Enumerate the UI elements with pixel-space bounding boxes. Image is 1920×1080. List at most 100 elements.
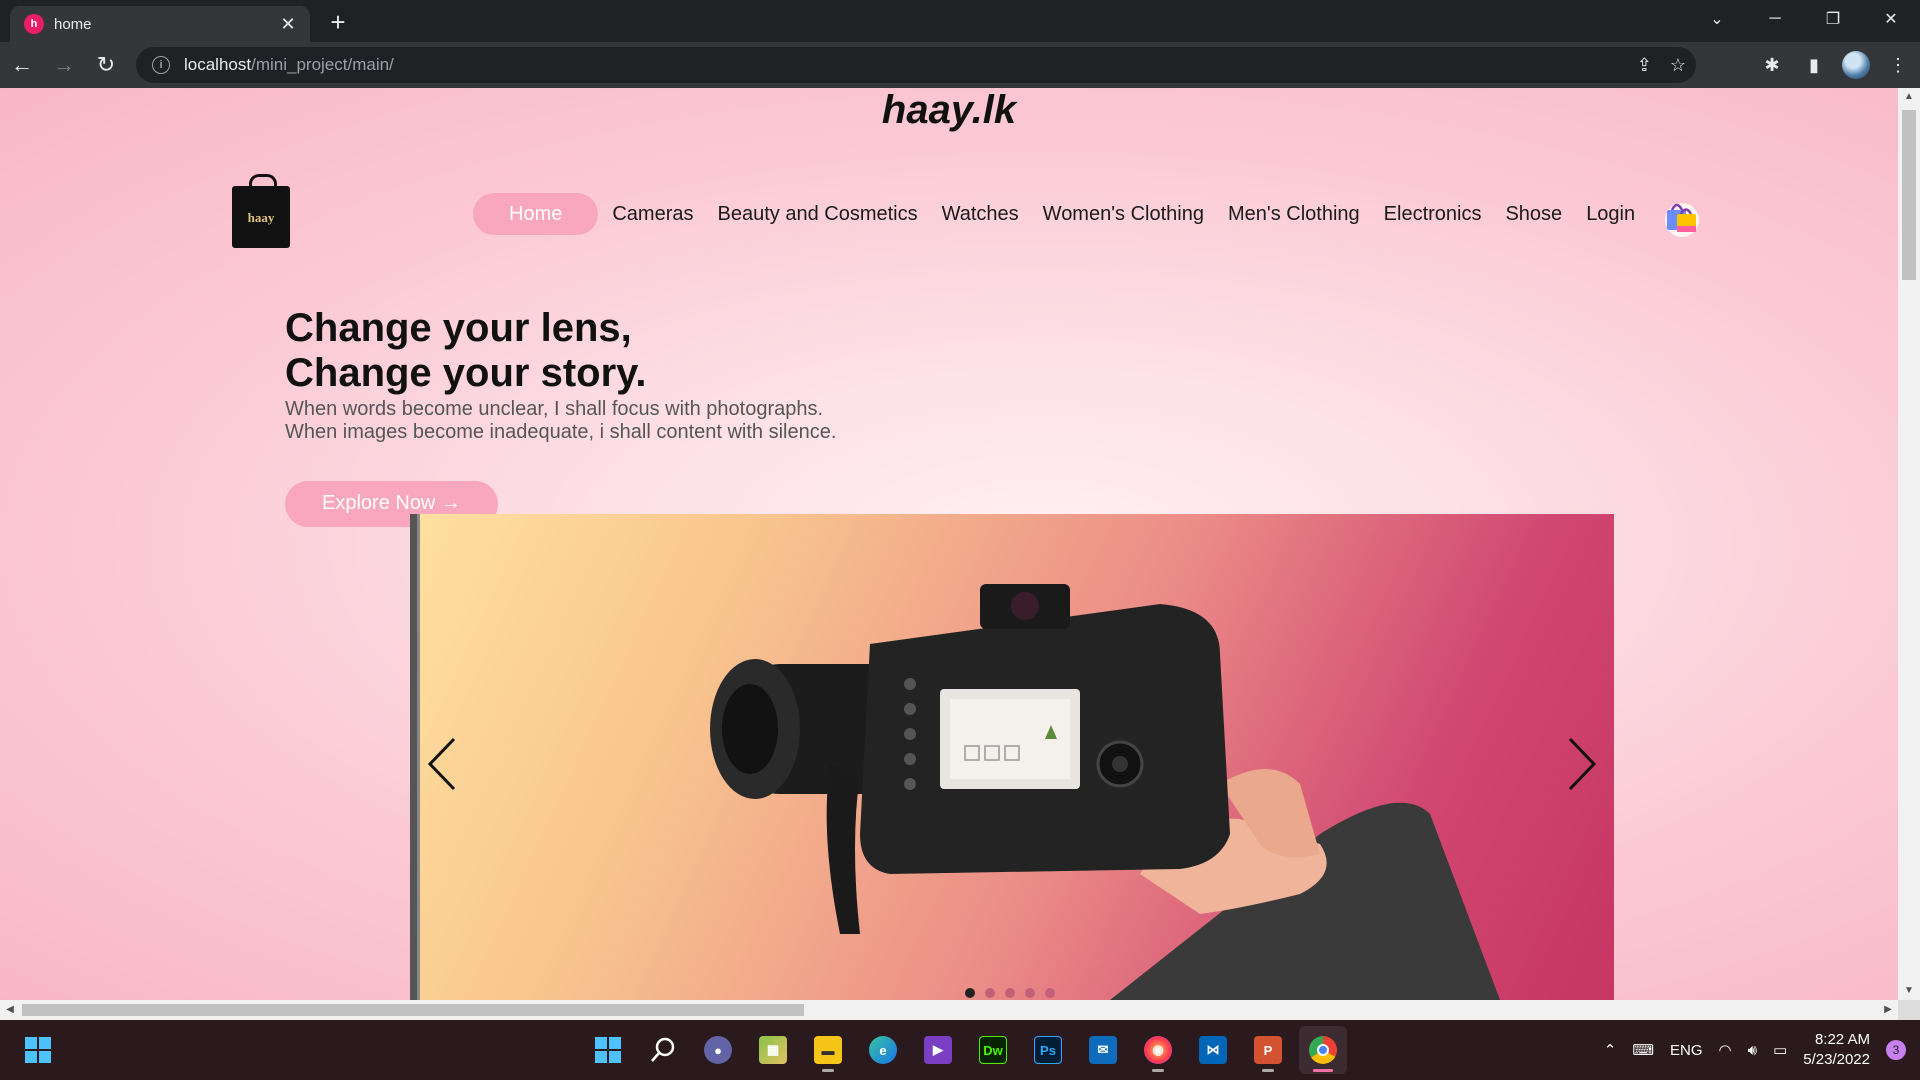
vertical-scroll-thumb[interactable] xyxy=(1902,110,1916,280)
hero-heading: Change your lens, Change your story. xyxy=(285,306,647,396)
search-icon xyxy=(651,1037,675,1062)
teams-chat-icon: ● xyxy=(704,1036,732,1064)
notification-badge[interactable]: 3 xyxy=(1886,1040,1906,1060)
wifi-icon[interactable]: ◠ xyxy=(1719,1041,1732,1059)
taskbar-apps: ● ▦ ▬ e ▶ Dw Ps ✉ ◉ ⋈ P xyxy=(584,1026,1347,1074)
taskbar-photoshop[interactable]: Ps xyxy=(1024,1026,1072,1074)
taskbar-vscode[interactable]: ⋈ xyxy=(1189,1026,1237,1074)
close-window-button[interactable]: ✕ xyxy=(1862,0,1920,38)
taskbar-dreamweaver[interactable]: Dw xyxy=(969,1026,1017,1074)
url-path: /mini_project/main/ xyxy=(251,55,394,74)
new-tab-button[interactable]: + xyxy=(322,6,354,38)
site-title: haay.lk xyxy=(881,88,1017,132)
favicon-icon: h xyxy=(24,14,44,34)
extensions-icon[interactable]: ✱ xyxy=(1758,55,1786,76)
scroll-left-icon[interactable]: ◀ xyxy=(0,1000,20,1020)
site-logo[interactable]: haay xyxy=(232,174,290,248)
nav-login[interactable]: Login xyxy=(1574,193,1647,235)
powerpoint-icon: P xyxy=(1254,1036,1282,1064)
taskbar-edge[interactable]: e xyxy=(859,1026,907,1074)
vscode-icon: ⋈ xyxy=(1199,1036,1227,1064)
close-tab-icon[interactable]: ✕ xyxy=(278,14,298,35)
taskbar-start[interactable] xyxy=(584,1026,632,1074)
slider-dot[interactable] xyxy=(1005,988,1015,998)
taskbar-firefox[interactable]: ◉ xyxy=(1134,1026,1182,1074)
chrome-icon xyxy=(1309,1036,1337,1064)
page-viewport: haay.lk haay Home Cameras Beauty and Cos… xyxy=(0,88,1898,1000)
address-bar[interactable]: i localhost /mini_project/main/ ⇪ ☆ xyxy=(136,47,1696,83)
nav-cameras[interactable]: Cameras xyxy=(600,193,705,235)
windows-taskbar: ● ▦ ▬ e ▶ Dw Ps ✉ ◉ ⋈ P ⌃ ⌨ ENG ◠ 🔊︎ ▭ 8… xyxy=(0,1020,1920,1080)
taskbar-powerpoint[interactable]: P xyxy=(1244,1026,1292,1074)
bookmark-star-icon[interactable]: ☆ xyxy=(1670,55,1686,76)
restore-button[interactable]: ❐ xyxy=(1804,0,1862,38)
taskbar-chrome[interactable] xyxy=(1299,1026,1347,1074)
running-indicator xyxy=(1313,1069,1333,1072)
hero-sub-line2: When images become inadequate, i shall c… xyxy=(285,421,837,443)
scroll-up-icon[interactable]: ▲ xyxy=(1898,88,1920,106)
slider-dot[interactable] xyxy=(985,988,995,998)
site-info-icon[interactable]: i xyxy=(152,56,170,74)
taskbar-chat[interactable]: ● xyxy=(694,1026,742,1074)
edge-icon: e xyxy=(869,1036,897,1064)
horizontal-scrollbar[interactable]: ◀ ▶ xyxy=(0,1000,1898,1020)
scroll-right-icon[interactable]: ▶ xyxy=(1878,1000,1898,1020)
nav-womens-clothing[interactable]: Women's Clothing xyxy=(1031,193,1216,235)
running-indicator xyxy=(822,1069,834,1072)
profile-avatar[interactable] xyxy=(1842,51,1870,79)
menu-kebab-icon[interactable]: ⋮ xyxy=(1884,55,1912,76)
taskbar-photos[interactable]: ▦ xyxy=(749,1026,797,1074)
hero-subtext: When words become unclear, I shall focus… xyxy=(285,398,836,444)
battery-icon[interactable]: ▭ xyxy=(1773,1041,1787,1059)
taskbar-visual-studio[interactable]: ▶ xyxy=(914,1026,962,1074)
slider-dot[interactable] xyxy=(1045,988,1055,998)
clock-time: 8:22 AM xyxy=(1814,1031,1870,1048)
tab-search-icon[interactable]: ⌄ xyxy=(1688,0,1746,38)
nav-beauty-cosmetics[interactable]: Beauty and Cosmetics xyxy=(706,193,930,235)
keyboard-icon[interactable]: ⌨ xyxy=(1632,1041,1654,1059)
scrollbar-corner xyxy=(1898,1000,1920,1020)
folder-icon: ▬ xyxy=(814,1036,842,1064)
share-icon[interactable]: ⇪ xyxy=(1637,55,1652,76)
window-controls: ⌄ ─ ❐ ✕ xyxy=(1688,0,1920,38)
windows-start-icon xyxy=(25,1037,51,1063)
side-panel-icon[interactable]: ▮ xyxy=(1800,55,1828,76)
horizontal-scroll-thumb[interactable] xyxy=(22,1004,804,1016)
taskbar-file-explorer[interactable]: ▬ xyxy=(804,1026,852,1074)
nav-shose[interactable]: Shose xyxy=(1493,193,1574,235)
browser-tab-bar: h home ✕ + ⌄ ─ ❐ ✕ xyxy=(0,0,1920,42)
back-button[interactable]: ← xyxy=(2,47,42,83)
image-slider xyxy=(410,514,1614,1000)
browser-tab[interactable]: h home ✕ xyxy=(10,6,310,42)
dreamweaver-icon: Dw xyxy=(979,1036,1007,1064)
forward-button[interactable]: → xyxy=(44,47,84,83)
vertical-scrollbar[interactable]: ▲ ▼ xyxy=(1898,88,1920,1000)
taskbar-mail[interactable]: ✉ xyxy=(1079,1026,1127,1074)
start-button[interactable] xyxy=(14,1026,62,1074)
minimize-button[interactable]: ─ xyxy=(1746,0,1804,38)
slider-dot[interactable] xyxy=(1025,988,1035,998)
slider-dots xyxy=(965,988,1055,998)
nav-watches[interactable]: Watches xyxy=(930,193,1031,235)
camera-illustration xyxy=(710,584,1500,1000)
photos-icon: ▦ xyxy=(759,1036,787,1064)
slider-prev-arrow-icon[interactable] xyxy=(424,734,464,794)
slider-dot[interactable] xyxy=(965,988,975,998)
chevron-up-icon[interactable]: ⌃ xyxy=(1604,1041,1617,1059)
language-indicator[interactable]: ENG xyxy=(1670,1042,1703,1059)
volume-icon[interactable]: 🔊︎ xyxy=(1748,1042,1757,1059)
nav-mens-clothing[interactable]: Men's Clothing xyxy=(1216,193,1372,235)
taskbar-search[interactable] xyxy=(639,1026,687,1074)
firefox-icon: ◉ xyxy=(1144,1036,1172,1064)
clock[interactable]: 8:22 AM 5/23/2022 xyxy=(1803,1030,1870,1070)
nav-home[interactable]: Home xyxy=(473,193,599,235)
nav-electronics[interactable]: Electronics xyxy=(1372,193,1494,235)
shopping-bag-icon[interactable] xyxy=(1660,196,1702,238)
system-tray: ⌃ ⌨ ENG ◠ 🔊︎ ▭ 8:22 AM 5/23/2022 3 xyxy=(1604,1020,1906,1080)
reload-button[interactable]: ↻ xyxy=(86,47,126,83)
tab-title: home xyxy=(54,15,92,33)
browser-toolbar: ← → ↻ i localhost /mini_project/main/ ⇪ … xyxy=(0,42,1920,88)
scroll-down-icon[interactable]: ▼ xyxy=(1898,982,1920,1000)
slider-next-arrow-icon[interactable] xyxy=(1560,734,1600,794)
mail-icon: ✉ xyxy=(1089,1036,1117,1064)
